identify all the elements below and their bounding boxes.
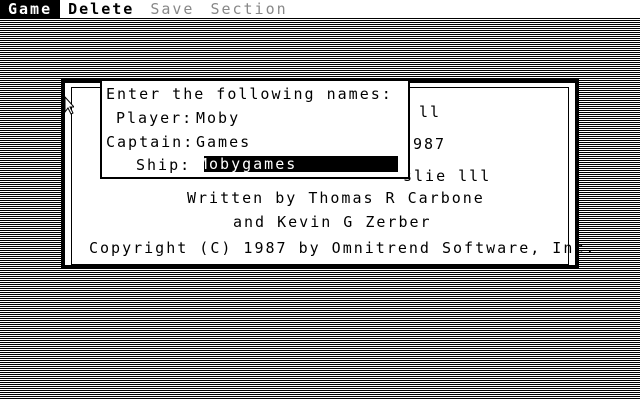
- menu-game[interactable]: Game: [0, 0, 61, 18]
- credit-line-2: and Kevin G Zerber: [233, 213, 432, 231]
- title-fragment-2: 987: [413, 135, 447, 153]
- captain-label: Captain:: [106, 133, 195, 151]
- title-fragment-3: slie lll: [403, 167, 492, 185]
- credit-line-1: Written by Thomas R Carbone: [187, 189, 485, 207]
- player-value[interactable]: Moby: [196, 109, 240, 127]
- player-label: Player:: [116, 109, 194, 127]
- title-fragment-1: ll: [419, 103, 442, 121]
- menu-bar: Game Delete Save Section: [0, 0, 640, 19]
- ship-label: Ship:: [136, 156, 192, 174]
- copyright-line: Copyright (C) 1987 by Omnitrend Software…: [89, 239, 597, 257]
- menu-section: Section: [210, 0, 288, 18]
- captain-value[interactable]: Games: [196, 133, 251, 151]
- names-dialog: Enter the following names: Player: Moby …: [100, 79, 410, 179]
- text-cursor: [196, 156, 204, 172]
- menu-delete[interactable]: Delete: [60, 0, 142, 18]
- ship-input[interactable]: Mobygames: [196, 156, 398, 172]
- dialog-prompt: Enter the following names:: [106, 85, 393, 103]
- mouse-pointer-icon: [64, 96, 74, 115]
- menu-save: Save: [150, 0, 195, 18]
